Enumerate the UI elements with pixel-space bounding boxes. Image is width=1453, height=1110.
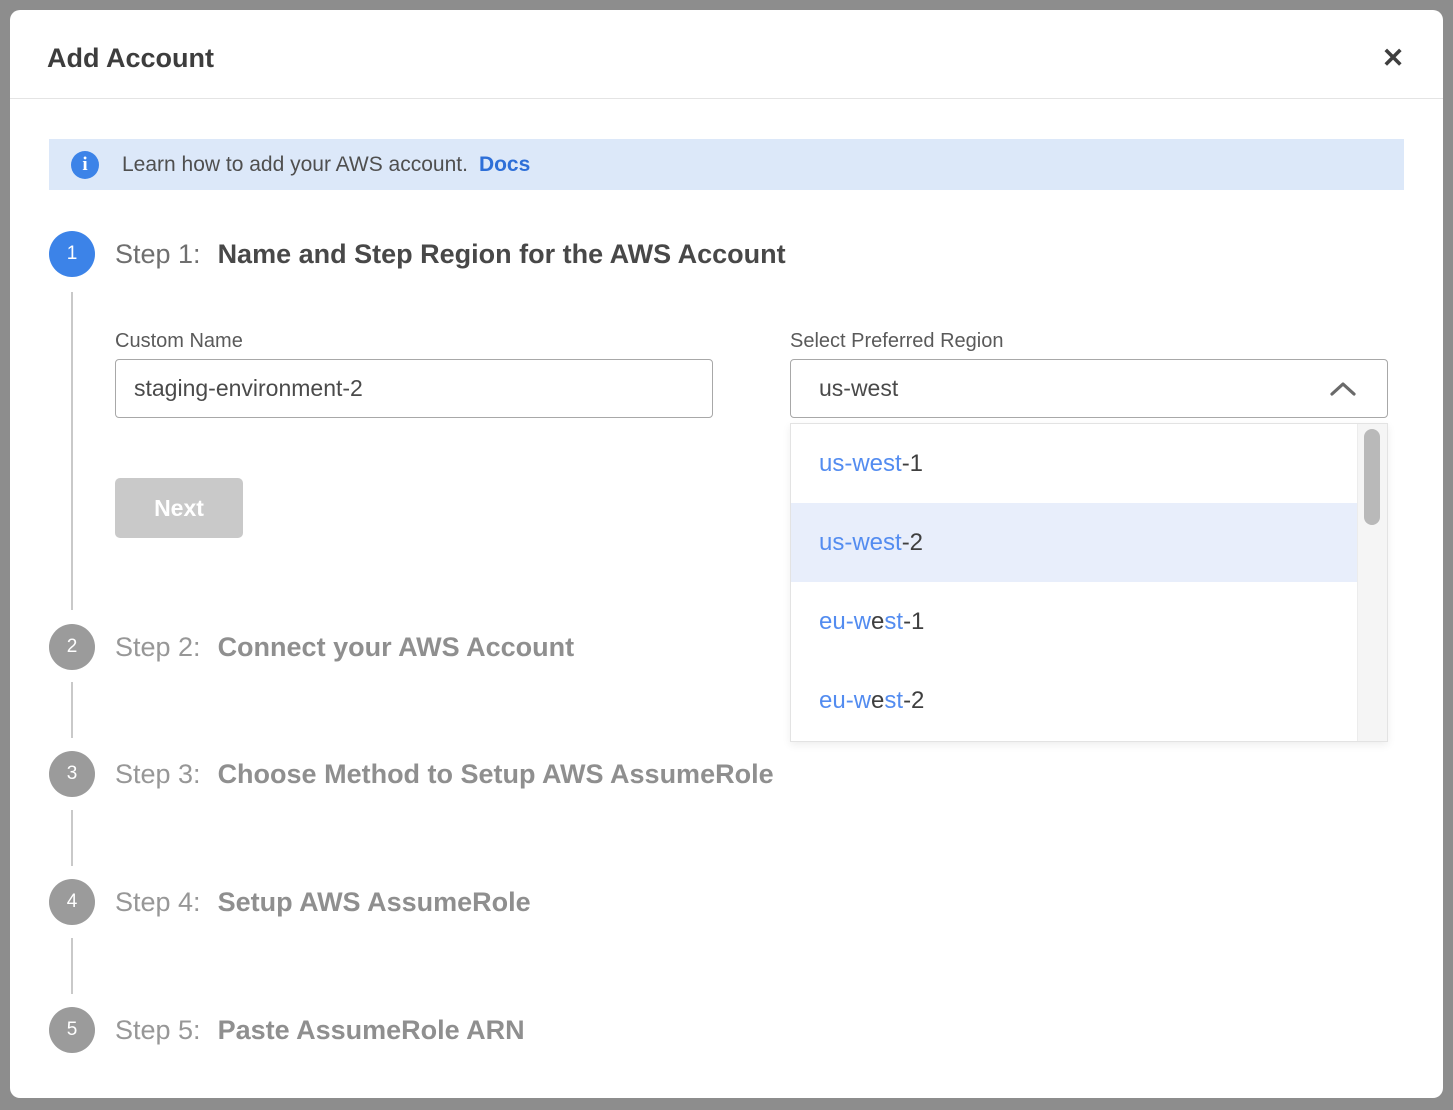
step-2-badge: 2 [49,624,95,670]
step-2-header: Step 2: Connect your AWS Account [115,624,574,670]
region-label: Select Preferred Region [790,330,1003,353]
step-1-badge: 1 [49,231,95,277]
add-account-modal: Add Account ✕ i Learn how to add your AW… [10,10,1443,1098]
next-button[interactable]: Next [115,478,243,538]
dropdown-scrollbar-thumb[interactable] [1364,429,1380,525]
step-5-badge: 5 [49,1007,95,1053]
step-4-prefix: Step 4: [115,887,201,918]
region-option-us-west-2[interactable]: us-west-2 [791,503,1357,582]
backdrop: Add Account ✕ i Learn how to add your AW… [0,0,1453,1110]
region-combobox-input[interactable] [790,359,1388,418]
page-title: Add Account [47,43,214,74]
step-5-prefix: Step 5: [115,1015,201,1046]
info-banner: i Learn how to add your AWS account. Doc… [49,139,1404,190]
step-connector [71,292,73,610]
step-1-prefix: Step 1: [115,239,201,270]
docs-link[interactable]: Docs [479,153,530,177]
step-1-title: Name and Step Region for the AWS Account [218,239,786,270]
region-dropdown: us-west-1 us-west-2 eu-west-1 eu-west-2 [790,423,1388,742]
step-3-header: Step 3: Choose Method to Setup AWS Assum… [115,751,774,797]
step-4-title: Setup AWS AssumeRole [218,887,531,918]
close-icon: ✕ [1382,43,1405,73]
region-option-us-west-1[interactable]: us-west-1 [791,424,1357,503]
region-option-eu-west-1[interactable]: eu-west-1 [791,582,1357,661]
chevron-up-icon[interactable] [1323,372,1363,406]
step-connector [71,938,73,994]
dropdown-scrollbar-track [1357,424,1387,741]
step-3-badge: 3 [49,751,95,797]
close-button[interactable]: ✕ [1373,38,1413,78]
step-3-title: Choose Method to Setup AWS AssumeRole [218,759,774,790]
step-connector [71,810,73,866]
banner-text: Learn how to add your AWS account. [122,153,468,177]
step-5-title: Paste AssumeRole ARN [218,1015,525,1046]
region-option-eu-west-2[interactable]: eu-west-2 [791,661,1357,740]
step-4-header: Step 4: Setup AWS AssumeRole [115,879,531,925]
step-2-title: Connect your AWS Account [218,632,575,663]
step-5-header: Step 5: Paste AssumeRole ARN [115,1007,525,1053]
step-3-prefix: Step 3: [115,759,201,790]
info-icon: i [71,151,99,179]
header-divider [10,98,1443,99]
custom-name-label: Custom Name [115,330,243,353]
step-1-header: Step 1: Name and Step Region for the AWS… [115,231,786,277]
step-2-prefix: Step 2: [115,632,201,663]
step-connector [71,682,73,738]
custom-name-input[interactable] [115,359,713,418]
step-4-badge: 4 [49,879,95,925]
